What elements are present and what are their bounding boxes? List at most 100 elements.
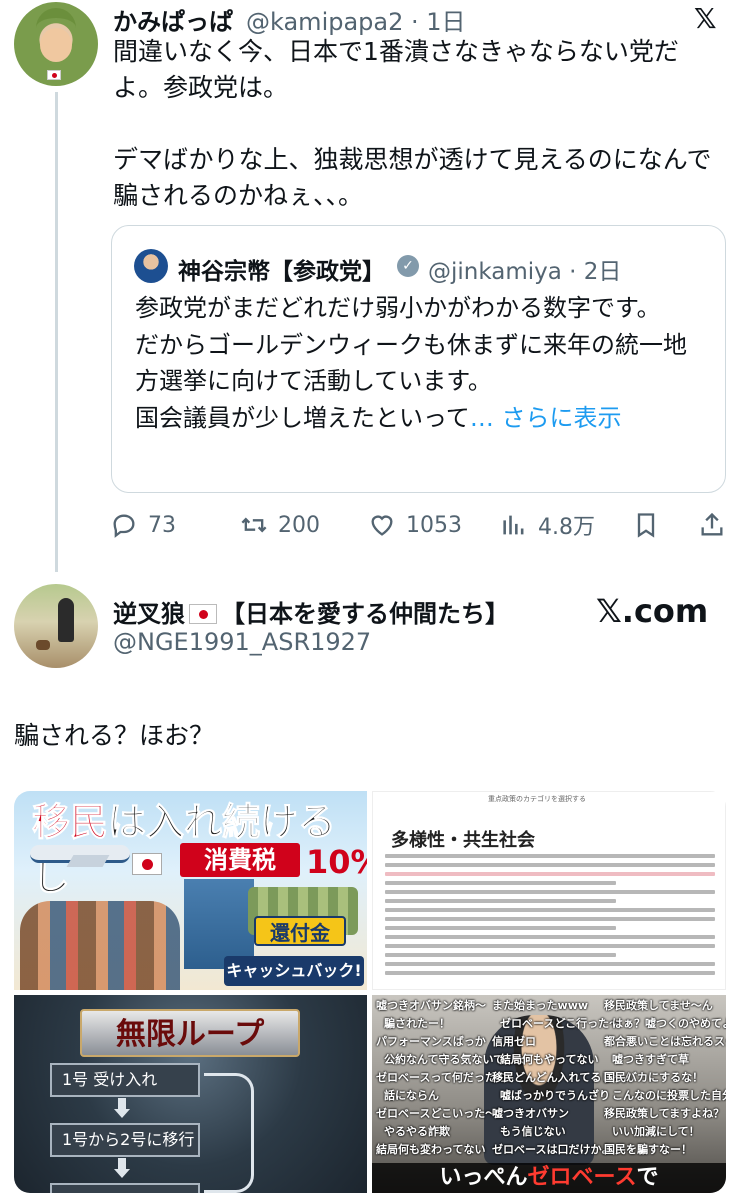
quote-avatar[interactable] <box>134 249 168 283</box>
tweet-text: 間違いなく今、日本で1番潰さなきゃならない党だよ。参政党は。 デマばかりな上、独… <box>113 37 712 210</box>
comment-text: 移民政策してませ〜ん <box>604 999 713 1012</box>
text-line <box>385 854 715 858</box>
comment-text: いい加減にして！ <box>612 1125 700 1138</box>
views-count: 4.8万 <box>538 515 595 540</box>
retweet-button[interactable]: 200 <box>240 505 320 545</box>
comment-text: 結局何もやってない <box>500 1053 599 1066</box>
video-subtitle: いっぺんゼロベースで <box>372 1163 726 1193</box>
comment-text: はぁ？嘘つくのやめてよ <box>612 1017 726 1030</box>
text-line-highlighted <box>385 872 715 876</box>
comment-text: 結局何も変わってない <box>376 1143 486 1156</box>
comment-text: パフォーマンスばっか <box>376 1035 486 1048</box>
comment-text: 嘘つきオバサン銘柄〜 <box>376 999 486 1012</box>
quote-text: 参政党がまだどれだけ弱小かがわかる数字です。 だからゴールデンウィークも休まずに… <box>135 290 695 436</box>
loop-step-1: 1号 受け入れ <box>50 1063 200 1097</box>
views-chart-icon <box>503 515 524 535</box>
refund-label: 還付金 <box>254 916 346 946</box>
japan-flag-icon <box>47 70 61 80</box>
text-line <box>385 953 616 957</box>
x-logo-icon: 𝕏 <box>694 2 717 35</box>
verified-badge-icon: ✓ <box>397 255 419 277</box>
show-more-link[interactable]: … さらに表示 <box>470 404 622 432</box>
loop-title: 無限ループ <box>80 1009 300 1057</box>
author-name[interactable]: 逆叉狼 【日本を愛する仲間たち】 <box>113 594 509 629</box>
share-button[interactable] <box>698 505 736 545</box>
comment-text: 国民を騙すなー！ <box>604 1143 692 1156</box>
like-count: 1053 <box>406 512 462 538</box>
comment-text: 移民政策してますよね？ <box>604 1107 725 1120</box>
reply-icon <box>113 514 135 538</box>
media-grid: 移民は入れ続けるし 消費税 10% 還付金 キャッシュバック! 重点政策のカテゴ… <box>14 791 726 1193</box>
subtitle-red: ゼロベース <box>527 1165 637 1190</box>
comment-text: 都合悪いことは忘れるスタイル <box>604 1035 726 1048</box>
arrow-down-icon <box>114 1158 130 1178</box>
text-line <box>385 926 616 930</box>
consumption-tax-label: 消費税 <box>180 843 300 877</box>
comment-text: こんなのに投票した自分が悪い <box>612 1089 726 1102</box>
japan-flag-icon <box>132 853 162 875</box>
avatar[interactable] <box>14 2 98 86</box>
avatar-face <box>40 28 72 62</box>
text-line <box>385 899 616 903</box>
tweet-text: 騙される？ほお？ <box>14 721 215 750</box>
document-text-lines <box>385 854 715 980</box>
loop-arrow-icon <box>204 1073 254 1193</box>
avatar-dog <box>36 640 50 650</box>
media-image-policy-document[interactable]: 重点政策のカテゴリを選択する 多様性・共生社会 <box>372 791 726 990</box>
author-handle[interactable]: @kamipapa2 · 1日 <box>246 2 466 37</box>
text-line <box>385 881 616 885</box>
bookmark-icon <box>637 513 655 538</box>
comment-text: 信用ゼロ <box>492 1035 536 1048</box>
retweet-icon <box>241 517 267 533</box>
like-button[interactable]: 1053 <box>368 505 462 545</box>
media-image-video-comments[interactable]: 嘘つきオバサン銘柄〜 また始まったwww 移民政策してませ〜ん騙されたー！ ゼロベース… <box>372 995 726 1193</box>
heart-icon <box>371 515 393 536</box>
comment-text: ゼロベースどこ行った〜 <box>500 1017 621 1030</box>
comment-text: 嘘つきオバサン <box>492 1107 569 1120</box>
arrow-down-icon <box>114 1098 130 1118</box>
author-name-suffix: 【日本を愛する仲間たち】 <box>221 600 509 628</box>
comment-text: 嘘ばっかりでうんざり <box>500 1089 610 1102</box>
subtitle-pre: いっぺん <box>439 1165 528 1190</box>
comment-text: ゼロベースどこいった〜！ <box>376 1107 508 1120</box>
tax-percent: 10% <box>306 843 367 881</box>
avatar[interactable] <box>14 584 98 668</box>
text-line <box>385 908 715 912</box>
action-bar: 73 200 1053 4.8万 <box>110 505 730 545</box>
text-line <box>385 890 715 894</box>
quote-author-name[interactable]: 神谷宗幣【参政党】 <box>178 252 385 286</box>
author-handle[interactable]: @NGE1991_ASR1927 <box>113 628 371 656</box>
text-line <box>385 917 715 921</box>
bookmark-button[interactable] <box>632 505 670 545</box>
loop-step-2: 1号から2号に移行 <box>50 1123 200 1157</box>
reply-count: 73 <box>148 512 176 538</box>
text-line <box>385 971 715 975</box>
people-graphic <box>20 901 180 990</box>
text-line <box>385 962 715 966</box>
comment-text: ゼロベースは口だけかよ <box>492 1143 612 1156</box>
japan-flag-icon <box>189 604 217 624</box>
views-button[interactable]: 4.8万 <box>500 505 595 545</box>
share-icon <box>701 512 723 536</box>
media-image-infinite-loop[interactable]: 無限ループ 1号 受け入れ 1号から2号に移行 <box>14 995 367 1193</box>
retweet-count: 200 <box>278 512 320 538</box>
document-heading: 多様性・共生社会 <box>391 830 535 851</box>
loop-step-3 <box>50 1183 200 1193</box>
document-caption: 重点政策のカテゴリを選択する <box>488 795 586 803</box>
author-name[interactable]: かみぱっぱ <box>113 2 233 37</box>
text-line <box>385 944 715 948</box>
thread-line <box>55 92 58 572</box>
comment-text: 騙されたー！ <box>384 1017 450 1030</box>
reply-button[interactable]: 73 <box>110 505 176 545</box>
poster-title-red: 移民 <box>31 800 109 845</box>
media-image-immigration-poster[interactable]: 移民は入れ続けるし 消費税 10% 還付金 キャッシュバック! <box>14 791 367 990</box>
quote-author-handle[interactable]: @jinkamiya · 2日 <box>428 252 621 286</box>
avatar-person <box>58 598 74 642</box>
comment-text: 嘘つきすぎて草 <box>612 1053 689 1066</box>
comment-text: やるやる詐欺 <box>384 1125 450 1138</box>
airplane-icon <box>30 845 130 863</box>
comment-text: また始まったwww <box>492 999 589 1012</box>
author-name-prefix: 逆叉狼 <box>113 600 185 628</box>
x-com-logo: 𝕏.com <box>596 592 709 630</box>
text-line <box>385 935 715 939</box>
